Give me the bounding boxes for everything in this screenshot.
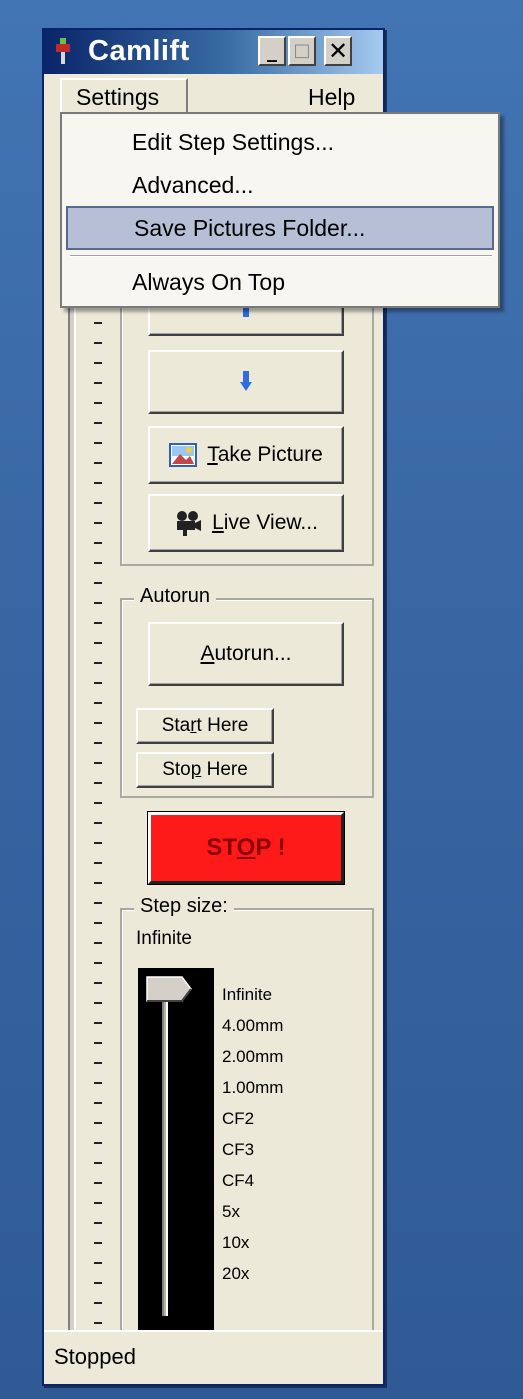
step-size-option-label: 10x — [222, 1233, 250, 1252]
step-size-option-label: CF4 — [222, 1171, 255, 1190]
scale-tick — [94, 1042, 102, 1044]
scale-tick — [94, 722, 102, 724]
window-title: Camlift — [88, 35, 190, 67]
live-view-label: Live View... — [212, 511, 318, 534]
start-here-label: Start Here — [161, 715, 249, 736]
step-size-option-label: 20x — [222, 1264, 250, 1283]
scale-tick — [94, 582, 102, 584]
scale-tick — [94, 422, 102, 424]
step-size-option-label: Infinite — [222, 985, 273, 1004]
menu-item-save-pictures-folder[interactable]: Save Pictures Folder... — [66, 206, 494, 250]
step-size-option-label: 4.00mm — [222, 1016, 284, 1035]
scale-tick — [94, 1262, 102, 1264]
scale-tick — [94, 1122, 102, 1124]
scale-tick — [94, 902, 102, 904]
scale-tick — [94, 562, 102, 564]
scale-tick — [94, 1082, 102, 1084]
scale-tick — [94, 1002, 102, 1004]
scale-tick — [94, 702, 102, 704]
scale-tick — [94, 1062, 102, 1064]
step-size-option-label: CF2 — [222, 1109, 255, 1128]
maximize-button[interactable]: □ — [288, 36, 316, 66]
scale-tick — [94, 822, 102, 824]
move-down-button[interactable] — [148, 350, 344, 414]
scale-tick — [94, 882, 102, 884]
status-bar: Stopped — [44, 1330, 383, 1384]
slider-track — [162, 978, 168, 1316]
close-button[interactable]: ✕ — [324, 36, 352, 66]
scale-tick — [94, 1022, 102, 1024]
menu-bar: Settings Help — [44, 74, 383, 118]
stop-here-label: Stop Here — [162, 759, 248, 780]
scale-tick — [94, 842, 102, 844]
scale-tick — [94, 642, 102, 644]
step-size-option-label: CF3 — [222, 1140, 255, 1159]
scale-tick — [94, 462, 102, 464]
stop-label: STOP ! — [206, 834, 286, 861]
stop-button[interactable]: STOP ! — [147, 811, 345, 885]
scale-tick — [94, 1142, 102, 1144]
scale-tick — [94, 502, 102, 504]
autorun-group-label: Autorun — [134, 585, 217, 608]
live-view-button[interactable]: Live View... — [148, 494, 344, 552]
arrow-down-icon — [240, 371, 252, 393]
scale-tick — [94, 1162, 102, 1164]
picture-icon — [169, 443, 198, 467]
scale-tick — [94, 542, 102, 544]
scale-tick — [94, 622, 102, 624]
scale-tick — [94, 1242, 102, 1244]
title-bar[interactable]: Camlift _ □ ✕ — [44, 30, 383, 74]
scale-tick — [94, 1102, 102, 1104]
menu-item-advanced[interactable]: Advanced... — [66, 163, 494, 207]
menu-item-edit-step-settings[interactable]: Edit Step Settings... — [66, 120, 494, 164]
scale-tick — [94, 922, 102, 924]
step-size-slider[interactable] — [138, 968, 214, 1330]
start-here-button[interactable]: Start Here — [136, 708, 274, 744]
scale-tick — [94, 982, 102, 984]
step-size-current: Infinite — [136, 928, 192, 949]
scale-tick — [94, 522, 102, 524]
scale-tick — [94, 742, 102, 744]
stop-here-button[interactable]: Stop Here — [136, 752, 274, 788]
movie-camera-icon — [177, 511, 202, 536]
scale-tick — [94, 682, 102, 684]
scale-tick — [94, 402, 102, 404]
scale-tick — [94, 1202, 102, 1204]
slider-thumb[interactable] — [146, 976, 192, 1002]
menu-help[interactable]: Help — [308, 84, 355, 111]
settings-dropdown-menu: Edit Step Settings... Advanced... Save P… — [60, 112, 500, 308]
scale-tick — [94, 442, 102, 444]
scale-tick — [94, 602, 102, 604]
menu-item-always-on-top[interactable]: Always On Top — [66, 260, 494, 304]
scale-tick — [94, 1222, 102, 1224]
scale-tick — [94, 1302, 102, 1304]
take-picture-label: Take Picture — [207, 443, 323, 466]
step-size-option-label: 1.00mm — [222, 1078, 284, 1097]
scale-tick — [94, 322, 102, 324]
menu-separator — [70, 255, 492, 257]
scale-tick — [94, 862, 102, 864]
scale-tick — [94, 362, 102, 364]
autorun-label: Autorun... — [200, 642, 292, 665]
scale-tick — [94, 802, 102, 804]
scale-tick — [94, 942, 102, 944]
autorun-button[interactable]: Autorun... — [148, 622, 344, 686]
step-size-group-label: Step size: — [134, 895, 234, 918]
scale-tick — [94, 482, 102, 484]
scale-tick — [94, 962, 102, 964]
scale-tick — [94, 1282, 102, 1284]
scale-tick — [94, 1322, 102, 1324]
step-size-option-label: 2.00mm — [222, 1047, 284, 1066]
step-size-option-label: 5x — [222, 1202, 240, 1221]
camlift-app-icon — [56, 38, 70, 64]
scale-tick — [94, 762, 102, 764]
status-text: Stopped — [54, 1344, 136, 1369]
scale-tick — [94, 342, 102, 344]
scale-tick — [94, 382, 102, 384]
take-picture-button[interactable]: Take Picture — [148, 426, 344, 484]
scale-tick — [94, 662, 102, 664]
scale-tick — [94, 1182, 102, 1184]
scale-tick — [94, 782, 102, 784]
minimize-button[interactable]: _ — [258, 36, 286, 66]
